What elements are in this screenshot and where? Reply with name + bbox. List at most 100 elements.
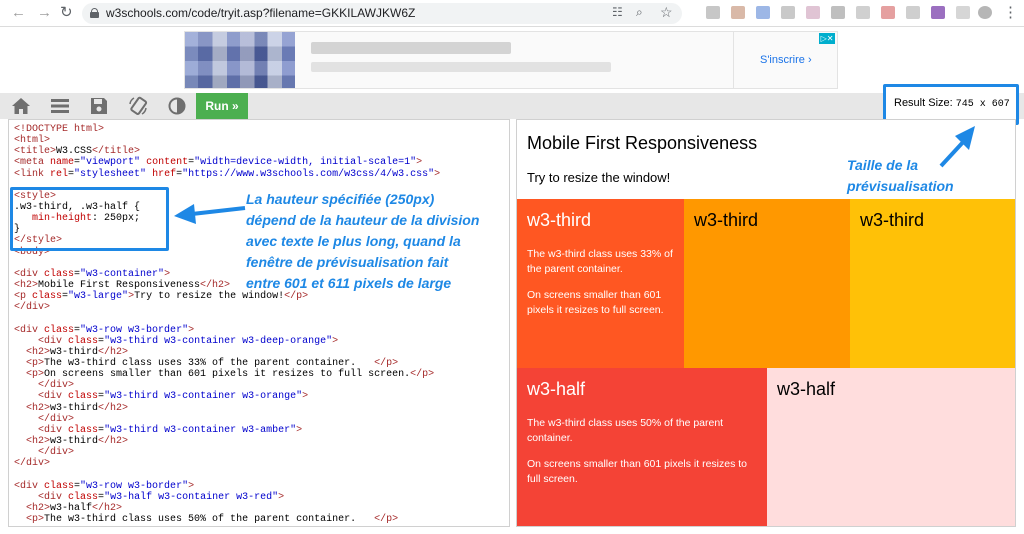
browser-menu-icon[interactable]: ⋮ <box>1003 3 1018 21</box>
extension-icon[interactable] <box>706 6 720 19</box>
code-line[interactable]: <link rel="stylesheet" href="https://www… <box>14 169 440 180</box>
code-line[interactable]: </div> <box>14 447 440 458</box>
code-token: W3.CSS <box>56 146 93 158</box>
ad-choices-badge[interactable]: ▷✕ <box>819 33 835 44</box>
annotation-preview-size: Taille de la prévisualisation <box>847 157 954 194</box>
code-token: <p> <box>26 369 45 381</box>
code-token: <p> <box>26 513 45 525</box>
url-text[interactable]: w3schools.com/code/tryit.asp?filename=GK… <box>106 6 415 20</box>
code-line[interactable]: <title>W3.CSS</title> <box>14 146 440 157</box>
ad-signup-link[interactable]: S'inscrire › <box>760 54 812 66</box>
code-line[interactable]: <meta name="viewport" content="width=dev… <box>14 157 440 168</box>
code-line[interactable]: <h2>w3-half</h2> <box>14 503 440 514</box>
code-token: > <box>332 335 339 347</box>
code-line[interactable]: <div class="w3-row w3-border"> <box>14 481 440 492</box>
code-token: > <box>302 391 309 403</box>
code-token: "w3-third w3-container w3-orange" <box>104 391 303 403</box>
code-token: > <box>434 168 441 180</box>
url-bar[interactable]: w3schools.com/code/tryit.asp?filename=GK… <box>82 3 682 24</box>
preview-subtitle: Try to resize the window! <box>527 170 671 185</box>
code-line[interactable]: <html> <box>14 135 440 146</box>
code-line[interactable]: <h2>w3-third</h2> <box>14 436 440 447</box>
code-token: w3-third <box>50 346 99 358</box>
w3-half-pale-red: w3-half <box>767 368 1015 526</box>
code-line[interactable]: </div> <box>14 414 440 425</box>
code-line[interactable]: <div class="w3-third w3-container w3-ora… <box>14 391 440 402</box>
column-paragraph: On screens smaller than 601 pixels it re… <box>527 458 748 485</box>
ad-banner[interactable]: S'inscrire › ▷✕ <box>184 31 838 89</box>
extension-icon[interactable] <box>956 6 970 19</box>
extension-icon[interactable] <box>931 6 945 19</box>
code-token: <p <box>14 291 33 303</box>
forward-arrow-icon[interactable]: → <box>37 4 52 22</box>
code-line[interactable] <box>14 469 440 480</box>
rotate-layout-icon[interactable] <box>128 96 148 116</box>
code-line[interactable]: </div> <box>14 458 440 469</box>
code-token: "width=device-width, initial-scale=1" <box>194 157 417 169</box>
code-token: <title> <box>14 146 57 158</box>
extension-icon[interactable] <box>731 6 745 19</box>
code-token: <p> <box>26 357 45 369</box>
code-line[interactable]: <div class="w3-half w3-container w3-red"… <box>14 492 440 503</box>
reload-icon[interactable]: ↻ <box>60 4 73 22</box>
code-content[interactable]: <!DOCTYPE html> <html> <title>W3.CSS</titl… <box>14 124 440 525</box>
extension-icon[interactable] <box>806 6 820 19</box>
code-line[interactable]: <div class="w3-third w3-container w3-dee… <box>14 336 440 347</box>
code-line[interactable]: </div> <box>14 302 440 313</box>
extension-icon[interactable] <box>781 6 795 19</box>
home-icon[interactable] <box>11 96 31 116</box>
code-token: <html> <box>14 135 51 147</box>
tryit-toolbar: Run » <box>0 93 1024 119</box>
extension-icon[interactable] <box>756 6 770 19</box>
code-token: The w3-third class uses 50% of the paren… <box>44 513 375 525</box>
code-token: href <box>152 168 177 180</box>
code-line[interactable]: <div class="w3-third w3-container w3-amb… <box>14 425 440 436</box>
code-line[interactable]: <p>The w3-third class uses 50% of the pa… <box>14 514 440 525</box>
code-editor[interactable]: <!DOCTYPE html> <html> <title>W3.CSS</titl… <box>8 119 510 527</box>
column-heading: w3-third <box>860 210 925 230</box>
code-token: </h2> <box>200 279 231 291</box>
code-token: > <box>296 424 303 436</box>
profile-avatar[interactable] <box>978 6 992 19</box>
code-token: content <box>146 157 189 169</box>
extension-icon[interactable] <box>881 6 895 19</box>
hamburger-menu-icon[interactable] <box>50 96 70 116</box>
w3-third-deep-orange: w3-third The w3-third class uses 33% of … <box>517 199 684 368</box>
code-line[interactable]: </div> <box>14 380 440 391</box>
code-token: </h2> <box>92 502 123 514</box>
code-token: "w3-third w3-container w3-amber" <box>104 424 297 436</box>
column-heading: w3-half <box>527 379 586 399</box>
theme-toggle-icon[interactable] <box>167 96 187 116</box>
code-token: <h2> <box>26 346 51 358</box>
code-token: <div <box>14 268 45 280</box>
run-button[interactable]: Run » <box>196 93 248 119</box>
code-line[interactable]: <p>On screens smaller than 601 pixels it… <box>14 369 440 380</box>
column-heading: w3-third <box>694 210 759 230</box>
extension-icon[interactable] <box>906 6 920 19</box>
translate-icon[interactable]: ☷ <box>612 5 623 19</box>
bookmark-star-icon[interactable]: ☆ <box>660 4 673 21</box>
save-icon[interactable] <box>89 96 109 116</box>
code-line[interactable]: <h2>w3-third</h2> <box>14 403 440 414</box>
code-token: <link <box>14 168 51 180</box>
code-token: </div> <box>14 302 51 314</box>
code-token: class <box>44 268 75 280</box>
code-token: <div <box>38 491 69 503</box>
extension-icon[interactable] <box>856 6 870 19</box>
code-line[interactable] <box>14 313 440 324</box>
extension-icon[interactable] <box>831 6 845 19</box>
back-arrow-icon[interactable]: ← <box>11 4 26 22</box>
code-token: "w3-row w3-border" <box>80 324 189 336</box>
style-highlight-box <box>10 187 169 251</box>
code-line[interactable]: <h2>w3-third</h2> <box>14 347 440 358</box>
code-line[interactable]: <p>The w3-third class uses 33% of the pa… <box>14 358 440 369</box>
code-line[interactable]: <div class="w3-row w3-border"> <box>14 325 440 336</box>
code-line[interactable]: <!DOCTYPE html> <box>14 124 440 135</box>
column-paragraph: The w3-third class uses 33% of the paren… <box>527 248 673 275</box>
zoom-icon[interactable]: ⌕ <box>636 5 643 20</box>
